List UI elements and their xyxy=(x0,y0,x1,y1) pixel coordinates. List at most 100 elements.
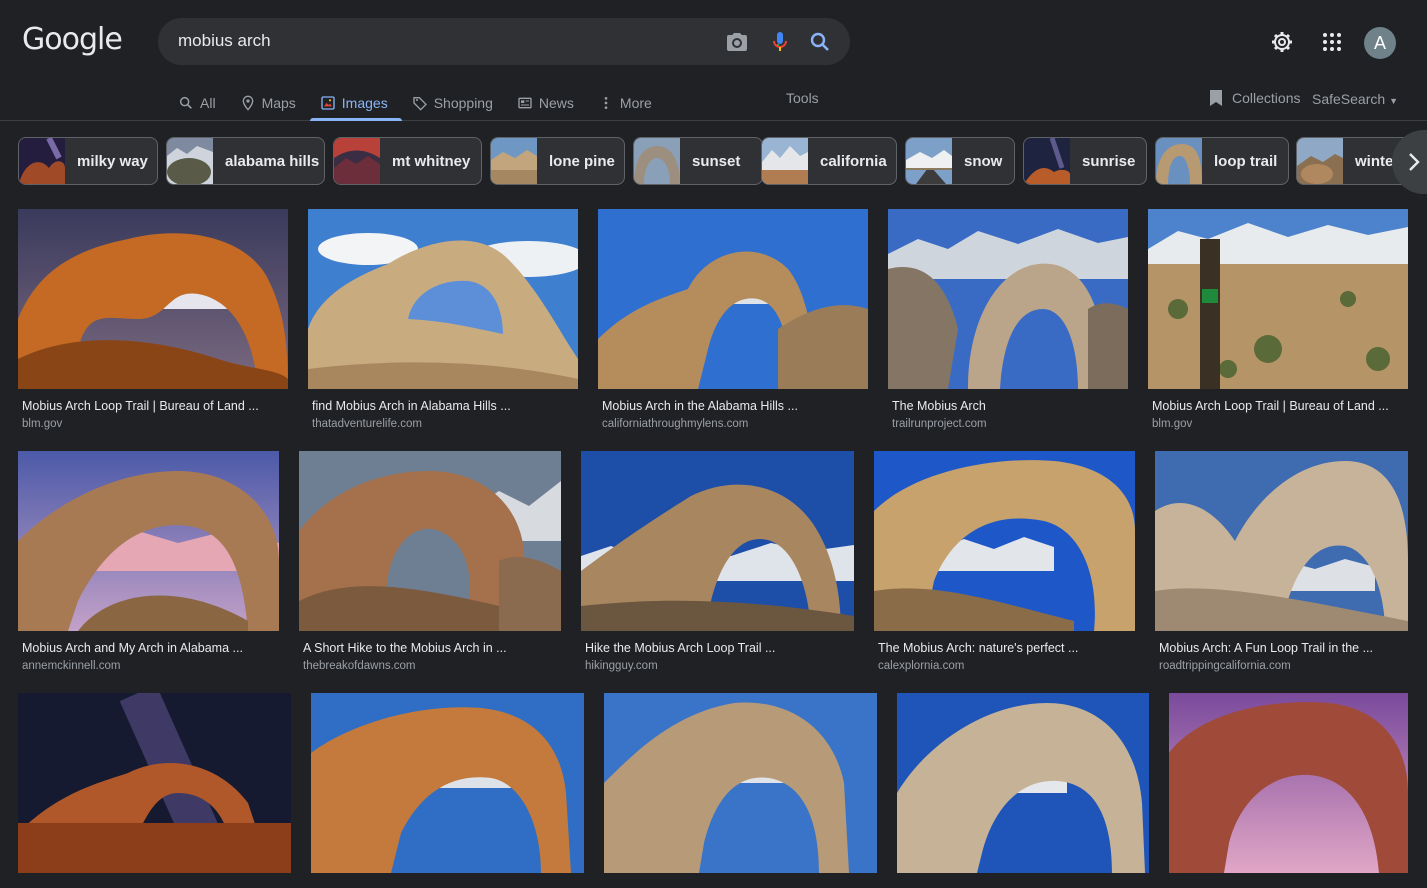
tab-news[interactable]: News xyxy=(517,85,586,121)
tab-maps[interactable]: Maps xyxy=(240,85,308,121)
result-title[interactable]: Hike the Mobius Arch Loop Trail ... xyxy=(585,641,854,655)
news-icon xyxy=(518,97,532,109)
tab-label: More xyxy=(619,95,652,111)
result-image[interactable] xyxy=(311,693,584,873)
search-input[interactable] xyxy=(178,30,698,52)
result-image[interactable] xyxy=(1169,693,1408,873)
chip-thumbnail xyxy=(762,138,808,184)
tab-all[interactable]: All xyxy=(178,85,228,121)
result-image[interactable] xyxy=(604,693,877,873)
chip-label: mt whitney xyxy=(392,152,471,170)
result-site[interactable]: annemckinnell.com xyxy=(22,660,279,672)
apps-grid-icon[interactable] xyxy=(1320,30,1344,54)
result-image[interactable] xyxy=(18,451,279,631)
image-result[interactable]: Mobius Arch Loop Trail | Bureau of Land … xyxy=(1148,209,1408,430)
result-site[interactable]: roadtrippingcalifornia.com xyxy=(1159,660,1408,672)
result-site[interactable]: blm.gov xyxy=(1152,418,1408,430)
chip-sunrise[interactable]: sunrise xyxy=(1023,137,1147,185)
result-image[interactable] xyxy=(18,209,288,389)
chip-thumbnail xyxy=(1024,138,1070,184)
result-title[interactable]: Mobius Arch in the Alabama Hills ... xyxy=(602,399,868,413)
chip-mt-whitney[interactable]: mt whitney xyxy=(333,137,482,185)
image-result[interactable]: Mobius Arch: A Fun Loop Trail in the ...… xyxy=(1155,451,1408,672)
chip-thumbnail xyxy=(334,138,380,184)
tab-shopping[interactable]: Shopping xyxy=(412,85,505,121)
result-image[interactable] xyxy=(18,693,291,873)
image-result[interactable]: Mobius Arch Loop Trail | Bureau of Land … xyxy=(18,209,288,430)
safesearch-dropdown[interactable]: SafeSearch ▼ xyxy=(1312,91,1398,107)
result-image[interactable] xyxy=(308,209,578,389)
result-site[interactable]: hikingguy.com xyxy=(585,660,854,672)
chip-label: sunrise xyxy=(1082,152,1136,170)
result-image[interactable] xyxy=(874,451,1135,631)
google-logo[interactable]: Google xyxy=(22,22,123,57)
chip-label: sunset xyxy=(692,152,741,170)
result-image[interactable] xyxy=(897,693,1149,873)
result-image[interactable] xyxy=(1148,209,1408,389)
result-image[interactable] xyxy=(299,451,561,631)
chip-snow[interactable]: snow xyxy=(905,137,1015,185)
chevron-right-icon xyxy=(1409,153,1420,171)
image-result[interactable]: A Short Hike to the Mobius Arch in ... t… xyxy=(299,451,561,672)
result-title[interactable]: Mobius Arch and My Arch in Alabama ... xyxy=(22,641,279,655)
result-site[interactable]: trailrunproject.com xyxy=(892,418,1128,430)
result-site[interactable]: thatadventurelife.com xyxy=(312,418,578,430)
image-result[interactable] xyxy=(604,693,877,888)
image-result[interactable] xyxy=(18,693,291,888)
result-title[interactable]: A Short Hike to the Mobius Arch in ... xyxy=(303,641,561,655)
tab-more[interactable]: More xyxy=(598,85,664,121)
chip-sunset[interactable]: sunset xyxy=(633,137,763,185)
chip-milky-way[interactable]: milky way xyxy=(18,137,158,185)
result-title[interactable]: Mobius Arch Loop Trail | Bureau of Land … xyxy=(1152,399,1408,413)
chip-alabama-hills[interactable]: alabama hills xyxy=(166,137,325,185)
result-title[interactable]: The Mobius Arch: nature's perfect ... xyxy=(878,641,1135,655)
chip-thumbnail xyxy=(19,138,65,184)
result-image[interactable] xyxy=(1155,451,1408,631)
chip-label: alabama hills xyxy=(225,152,320,170)
microphone-icon[interactable] xyxy=(768,30,792,54)
related-chips: milky way alabama hills mt whitney lone … xyxy=(18,137,1427,185)
image-result[interactable]: The Mobius Arch: nature's perfect ... ca… xyxy=(874,451,1135,672)
search-box[interactable] xyxy=(158,18,850,65)
image-result[interactable]: Hike the Mobius Arch Loop Trail ... hiki… xyxy=(581,451,854,672)
result-image[interactable] xyxy=(888,209,1128,389)
chip-label: california xyxy=(820,152,887,170)
image-result[interactable] xyxy=(1169,693,1408,888)
chip-lone-pine[interactable]: lone pine xyxy=(490,137,625,185)
camera-icon[interactable] xyxy=(725,30,749,54)
settings-gear-icon[interactable] xyxy=(1270,30,1294,54)
chip-loop-trail[interactable]: loop trail xyxy=(1155,137,1289,185)
search-icon[interactable] xyxy=(808,30,832,54)
chip-thumbnail xyxy=(634,138,680,184)
image-result[interactable]: find Mobius Arch in Alabama Hills ... th… xyxy=(308,209,578,430)
chip-thumbnail xyxy=(906,138,952,184)
collections-label: Collections xyxy=(1232,90,1301,106)
chip-california[interactable]: california xyxy=(761,137,897,185)
result-image[interactable] xyxy=(598,209,868,389)
tab-label: Maps xyxy=(261,95,296,111)
tools-button[interactable]: Tools xyxy=(786,90,819,106)
tab-images[interactable]: Images xyxy=(309,85,402,121)
search-tabs: All Maps Images Shopping News More xyxy=(178,85,676,121)
chip-label: milky way xyxy=(77,152,148,170)
safesearch-label: SafeSearch xyxy=(1312,91,1386,107)
account-avatar[interactable]: A xyxy=(1364,27,1396,59)
image-icon xyxy=(321,96,335,110)
chip-thumbnail xyxy=(1297,138,1343,184)
collections-button[interactable]: Collections xyxy=(1208,89,1300,107)
result-image[interactable] xyxy=(581,451,854,631)
result-site[interactable]: blm.gov xyxy=(22,418,288,430)
result-title[interactable]: The Mobius Arch xyxy=(892,399,1128,413)
result-title[interactable]: Mobius Arch: A Fun Loop Trail in the ... xyxy=(1159,641,1408,655)
result-site[interactable]: californiathroughmylens.com xyxy=(602,418,868,430)
result-title[interactable]: find Mobius Arch in Alabama Hills ... xyxy=(312,399,578,413)
chip-thumbnail xyxy=(1156,138,1202,184)
image-result[interactable]: Mobius Arch and My Arch in Alabama ... a… xyxy=(18,451,279,672)
result-site[interactable]: thebreakofdawns.com xyxy=(303,660,561,672)
result-title[interactable]: Mobius Arch Loop Trail | Bureau of Land … xyxy=(22,399,288,413)
result-site[interactable]: calexplornia.com xyxy=(878,660,1135,672)
image-result[interactable] xyxy=(311,693,584,888)
image-result[interactable]: The Mobius Arch trailrunproject.com xyxy=(888,209,1128,430)
image-result[interactable]: Mobius Arch in the Alabama Hills ... cal… xyxy=(598,209,868,430)
image-result[interactable] xyxy=(897,693,1149,888)
